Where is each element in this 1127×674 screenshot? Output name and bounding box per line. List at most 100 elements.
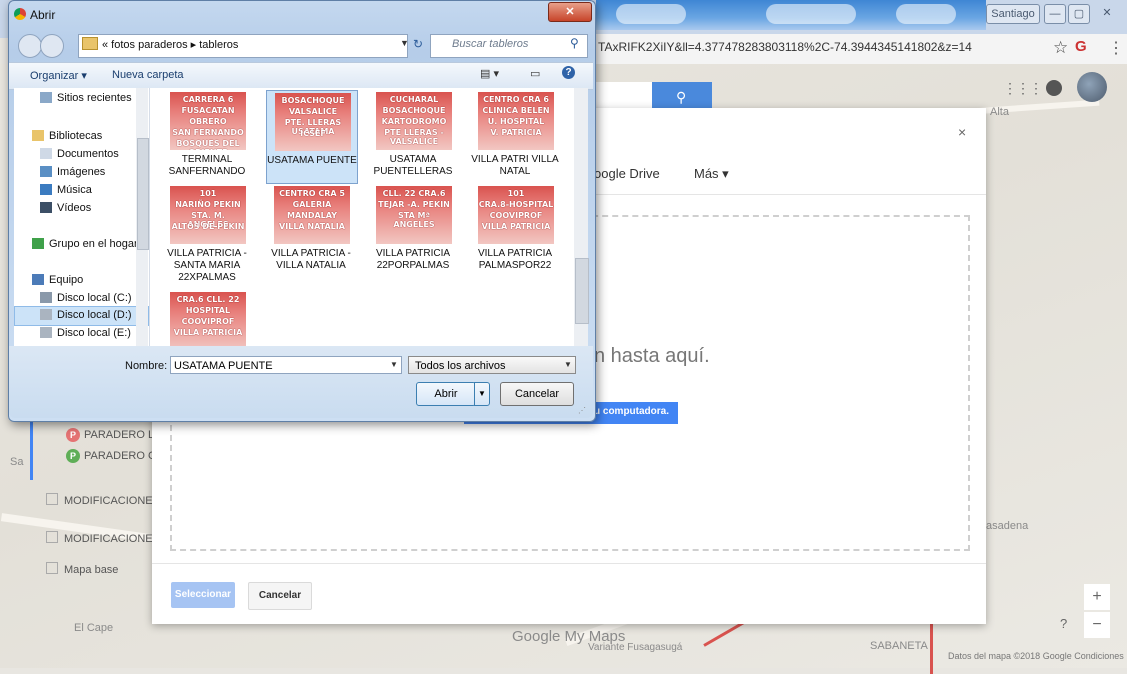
minimize-button[interactable]: — [1044, 4, 1066, 24]
thumbnail-text: OBRERO [189, 117, 227, 126]
dialog-cancel-button[interactable]: Cancelar [500, 382, 574, 406]
file-item[interactable]: 101 NARIÑO PEKIN STA. M. ANGELES ALTOS DE P… [162, 184, 252, 283]
nav-item-recent[interactable]: Sitios recientes [40, 92, 132, 104]
nav-scroll-thumb[interactable] [137, 138, 149, 250]
nav-label: Bibliotecas [49, 130, 103, 142]
upload-cancel-button[interactable]: Cancelar [248, 582, 312, 610]
thumbnail-text: BOSQUES DEL ORIENTE [176, 139, 240, 150]
preview-pane-icon[interactable]: ▭ [530, 67, 540, 80]
file-type-select[interactable]: Todos los archivos [408, 356, 576, 374]
apps-grid-icon[interactable]: ⋮⋮⋮ [1003, 80, 1043, 97]
file-item[interactable]: CUCHARAL BOSACHOQUE KARTODROMO PTE LLERAS -… [368, 90, 458, 182]
thumbnail-text: GALERIA [292, 200, 332, 209]
tab-blur-shape [896, 4, 956, 24]
search-icon: ⚲ [676, 89, 687, 105]
help-icon[interactable]: ? [1060, 616, 1067, 631]
chevron-down-icon[interactable]: ▼ [564, 360, 572, 369]
thumbnail-text: TEJAR -A. PEKIN [378, 200, 450, 209]
nav-label: Disco local (C:) [57, 292, 132, 304]
chevron-down-icon[interactable]: ▼ [390, 360, 398, 369]
parking-pin-icon: P [66, 428, 80, 442]
notifications-icon[interactable] [1046, 80, 1062, 96]
file-item[interactable]: CENTRO CRA 5 GALERIA MANDALAY VILLA NATALIA… [266, 184, 356, 276]
nav-item-computer[interactable]: Equipo [32, 274, 83, 286]
file-item[interactable]: CRA.6 CLL. 22 HOSPITAL COOVIPROF VILLA PATR… [162, 290, 252, 350]
browser-tab-strip[interactable] [596, 0, 986, 30]
browser-menu-icon[interactable]: ⋮ [1108, 38, 1124, 58]
map-attribution[interactable]: Datos del mapa ©2018 Google Condiciones [948, 651, 1124, 661]
file-item[interactable]: BOSACHOQUE VALSALICE PTE. LLERAS USATAMA IC… [266, 90, 358, 184]
nav-item-music[interactable]: Música [40, 184, 92, 196]
layer-checkbox[interactable] [46, 531, 58, 543]
upload-close-icon[interactable]: × [958, 124, 966, 140]
nav-item-drive-e[interactable]: Disco local (E:) [40, 327, 131, 339]
file-item[interactable]: 101 CRA.8-HOSPITAL COOVIPROF VILLA PATRICIA… [470, 184, 560, 276]
url-text[interactable]: TAxRIFK2XiIY&ll=4.377478283803118%2C-74.… [598, 40, 972, 54]
google-my-maps-logo: Google My Maps [512, 628, 626, 645]
nav-label: Música [57, 184, 92, 196]
nav-item-pictures[interactable]: Imágenes [40, 166, 105, 178]
select-button[interactable]: Seleccionar [171, 582, 235, 608]
thumbnail-text: COOVIPROF [489, 211, 543, 220]
layer-checkbox-item[interactable]: MODIFICACIONE [46, 493, 153, 507]
zoom-in-button[interactable]: + [1084, 584, 1110, 610]
file-item[interactable]: CARRERA 6 FUSACATAN OBRERO SAN FERNANDO BOSQ… [162, 90, 252, 182]
maximize-button[interactable]: ▢ [1068, 4, 1090, 24]
view-options-icon[interactable]: ▤ ▾ [480, 67, 499, 80]
zoom-out-button[interactable]: − [1084, 612, 1110, 638]
thumbnail-text: ALTOS DE PEKIN [171, 222, 245, 231]
thumbnail-text: CRA.8-HOSPITAL [478, 200, 554, 209]
search-icon[interactable]: ⚲ [570, 36, 579, 50]
avatar[interactable] [1077, 72, 1107, 102]
help-icon[interactable]: ? [562, 66, 575, 79]
resize-grip[interactable]: ⋰ [578, 406, 586, 415]
chevron-down-icon[interactable]: ▼ [400, 38, 409, 48]
file-name: VILLA PATRI VILLA NATAL [471, 154, 559, 177]
dialog-title: Abrir [30, 8, 56, 22]
nav-item-drive-d[interactable]: Disco local (D:) [40, 309, 132, 321]
tab-google-drive[interactable]: oogle Drive [594, 166, 660, 181]
divider [152, 563, 986, 564]
nav-item-documents[interactable]: Documentos [40, 148, 119, 160]
nav-label: Disco local (E:) [57, 327, 131, 339]
new-folder-button[interactable]: Nueva carpeta [112, 69, 184, 81]
files-scroll-thumb[interactable] [575, 258, 589, 324]
nav-item-videos[interactable]: Vídeos [40, 202, 91, 214]
layer-checkbox-item[interactable]: MODIFICACIONE [46, 531, 153, 545]
nav-item-homegroup[interactable]: Grupo en el hogar [32, 238, 138, 250]
map-route [930, 624, 933, 674]
user-profile-button[interactable]: Santiago [986, 4, 1040, 24]
base-map-item[interactable]: Mapa base [46, 562, 118, 576]
open-button[interactable]: Abrir [416, 382, 476, 406]
nav-label: Vídeos [57, 202, 92, 214]
thumbnail-text: CRA.6 CLL. 22 [176, 295, 240, 304]
file-name: USATAMA PUENTE [267, 155, 357, 166]
back-button[interactable] [18, 34, 42, 58]
expand-chevron-icon[interactable] [46, 562, 58, 574]
thumbnail-text: VILLA PATRICIA [481, 222, 551, 231]
dialog-close-button[interactable]: ✕ [548, 2, 592, 22]
layer-pin-item[interactable]: P PARADERO L [66, 428, 154, 442]
browser-close-button[interactable]: ✕ [1096, 4, 1118, 22]
tab-blur-shape [766, 4, 856, 24]
file-item[interactable]: CENTRO CRA 6 CLINICA BELEN U. HOSPITAL V. P… [470, 90, 560, 182]
organize-menu[interactable]: Organizar ▾ [30, 69, 87, 82]
refresh-icon[interactable]: ↻ [413, 37, 423, 51]
drive-e-icon [40, 327, 52, 338]
bookmark-star-icon[interactable]: ☆ [1053, 38, 1068, 58]
layer-pin-item[interactable]: P PARADERO G [66, 449, 157, 463]
image-thumbnail: CLL. 22 CRA.6 TEJAR -A. PEKIN STA Mª ANGEL… [376, 186, 452, 244]
tab-more[interactable]: Más ▾ [694, 166, 729, 182]
image-thumbnail: BOSACHOQUE VALSALICE PTE. LLERAS USATAMA IC… [275, 93, 351, 151]
extension-icon[interactable]: G [1075, 38, 1087, 55]
open-options-button[interactable]: ▼ [474, 382, 490, 406]
forward-button[interactable] [40, 34, 64, 58]
file-item[interactable]: CLL. 22 CRA.6 TEJAR -A. PEKIN STA Mª ANGEL… [368, 184, 458, 276]
nav-item-libraries[interactable]: Bibliotecas [32, 130, 102, 142]
filename-input[interactable]: USATAMA PUENTE [170, 356, 402, 374]
nav-item-drive-c[interactable]: Disco local (C:) [40, 292, 132, 304]
breadcrumb-path[interactable]: « fotos paraderos ▸ tableros [102, 38, 238, 51]
dialog-toolbar [9, 62, 593, 90]
thumbnail-text: KARTODROMO [381, 117, 447, 126]
layer-checkbox[interactable] [46, 493, 58, 505]
